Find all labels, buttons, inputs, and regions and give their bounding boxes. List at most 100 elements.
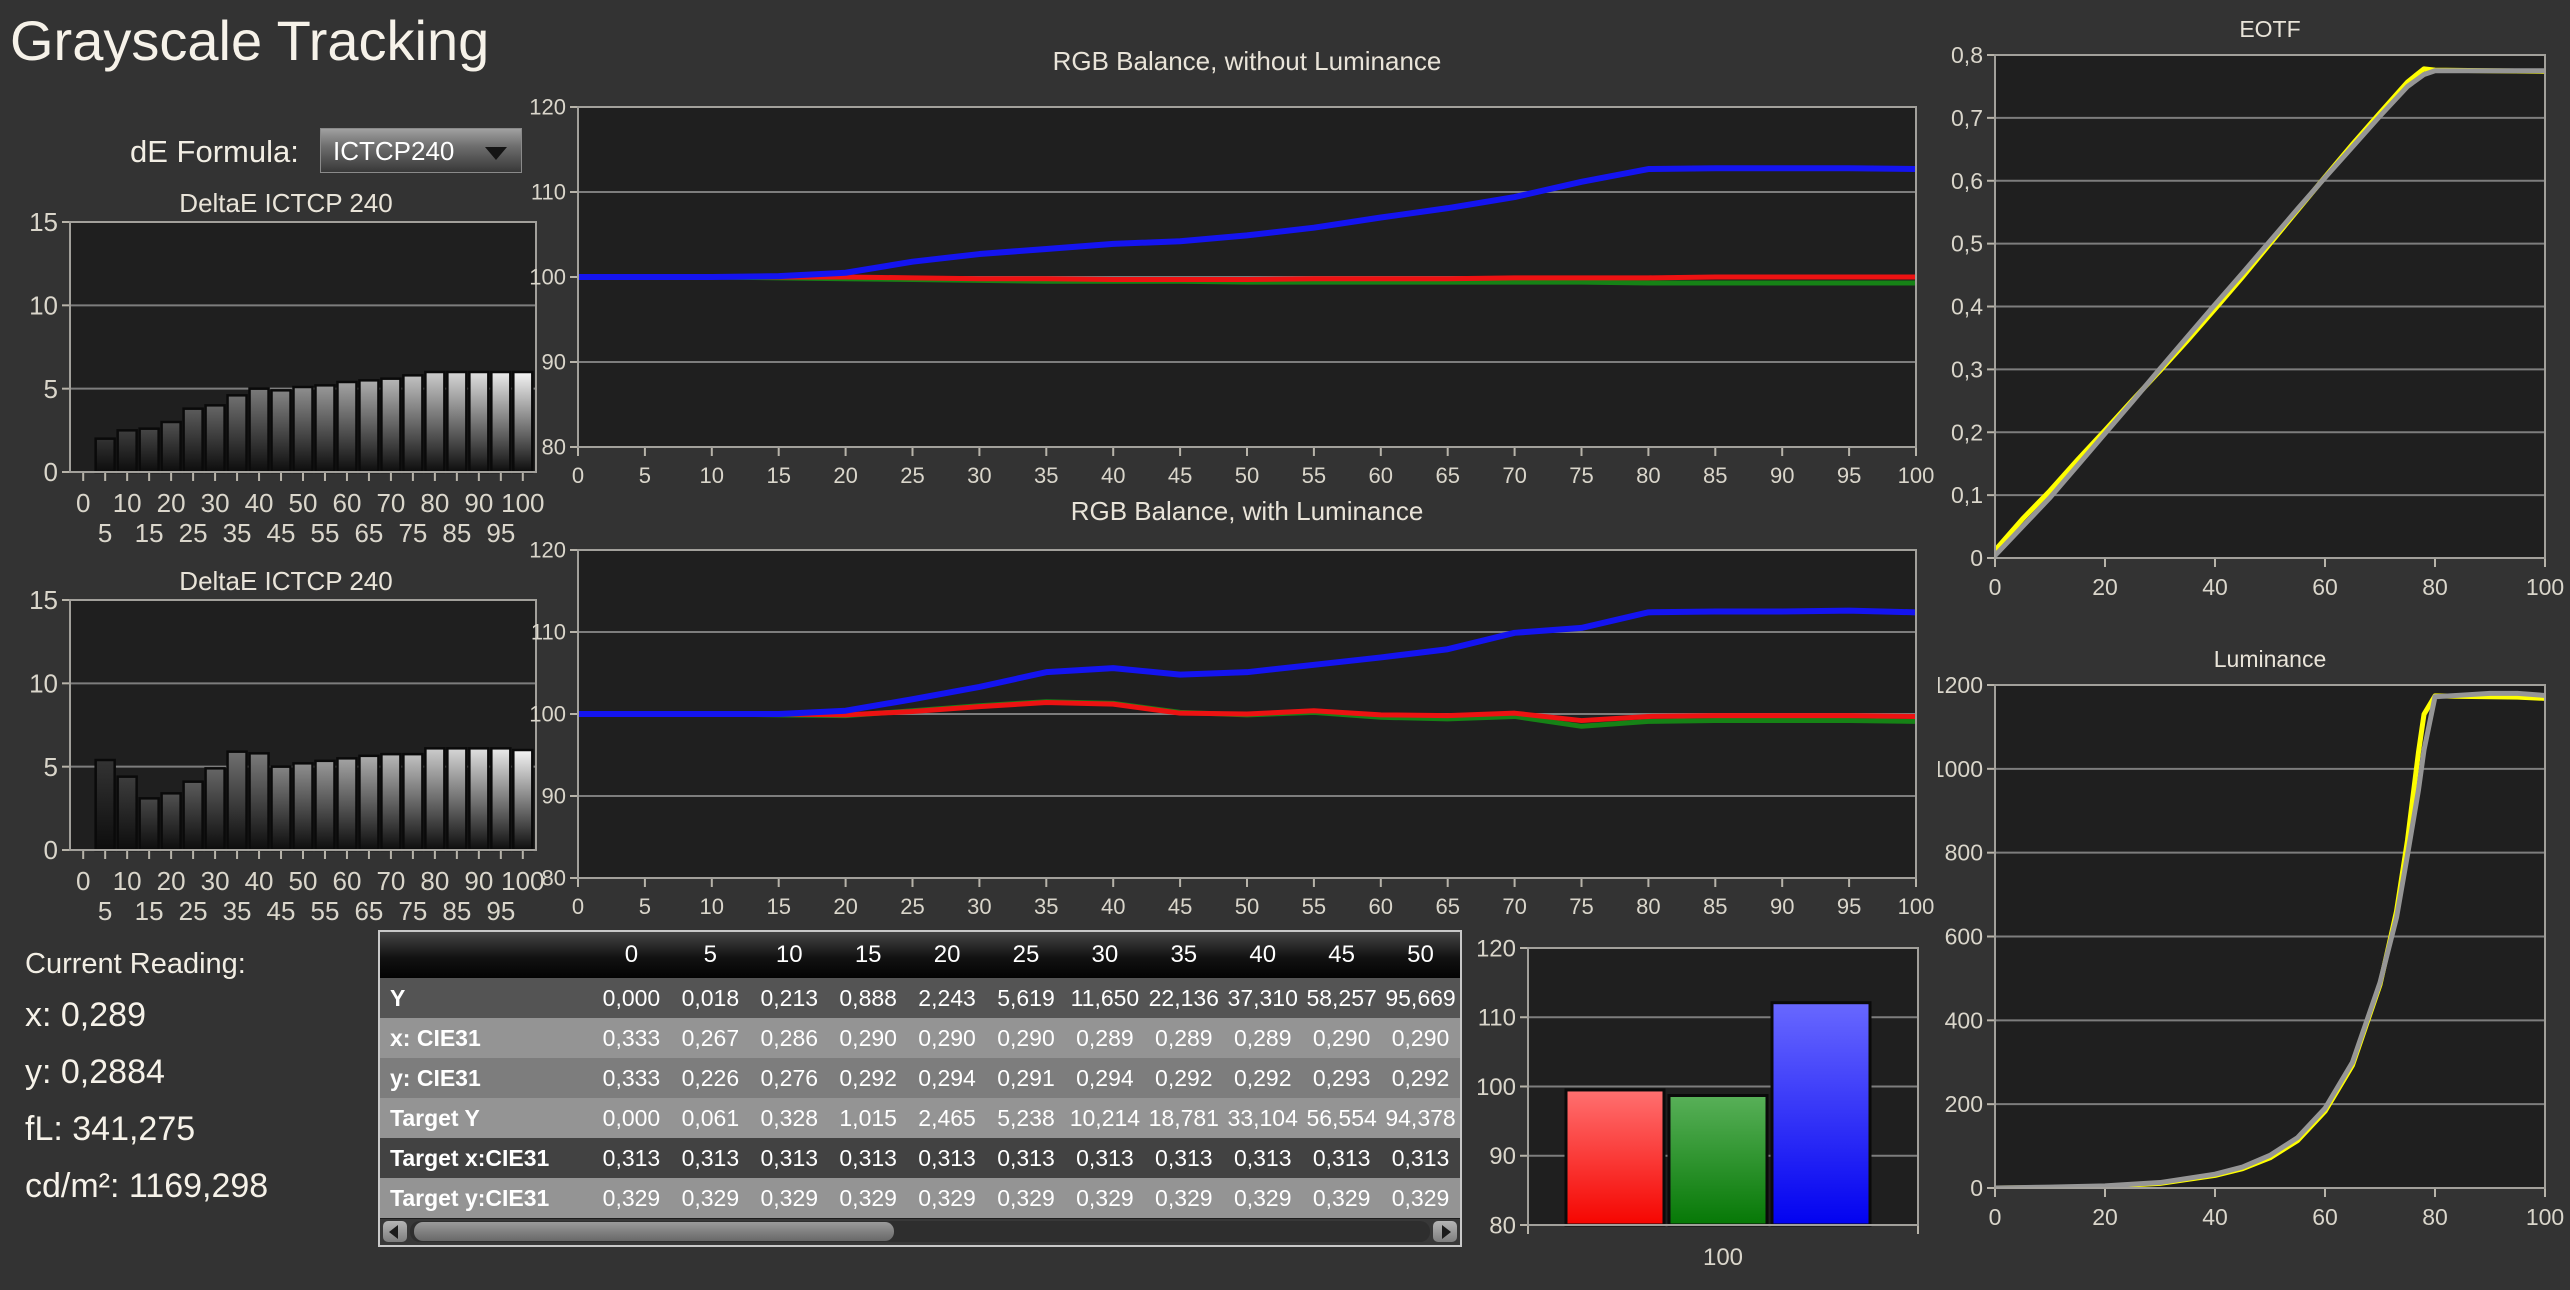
green-level-bar (1669, 1096, 1767, 1225)
rgb-with-luminance-title: RGB Balance, with Luminance (578, 496, 1916, 527)
y-tick-label: 110 (531, 620, 566, 645)
delta-e-bar (337, 758, 356, 850)
y-tick-label: 0 (44, 835, 58, 865)
y-tick-label: 0 (1970, 1175, 1983, 1201)
x-tick-label: 30 (201, 488, 230, 518)
de-formula-label: dE Formula: (130, 134, 299, 170)
current-reading-heading: Current Reading: (25, 948, 246, 981)
y-tick-label: 400 (1945, 1007, 1983, 1033)
scrollbar-thumb[interactable] (414, 1222, 894, 1241)
x-tick-label: 85 (442, 518, 471, 548)
x-tick-label: 15 (766, 463, 790, 488)
x-tick-label: 70 (376, 488, 405, 518)
x-tick-label: 60 (2312, 1204, 2338, 1230)
x-tick-label: 30 (201, 866, 230, 896)
x-tick-label: 55 (1302, 463, 1326, 488)
x-tick-label: 5 (98, 896, 112, 926)
measurement-table-body: 05101520253035404550Y0,0000,0180,2130,88… (380, 932, 1460, 1218)
table-header-cell: 20 (908, 941, 987, 969)
table-cell: 0,313 (987, 1145, 1066, 1172)
x-tick-label: 90 (1770, 463, 1794, 488)
x-tick-label: 80 (2422, 574, 2448, 600)
de-formula-dropdown[interactable]: ICTCP240 (320, 128, 522, 173)
scrollbar-track[interactable] (410, 1221, 1430, 1242)
table-cell: 0,290 (1381, 1025, 1460, 1052)
table-cell: 0,329 (1144, 1185, 1223, 1212)
table-cell: 0,286 (750, 1025, 829, 1052)
x-tick-label: 20 (157, 488, 186, 518)
x-tick-label: 15 (135, 896, 164, 926)
y-tick-label: 0,7 (1951, 105, 1983, 131)
x-tick-label: 50 (1235, 463, 1259, 488)
delta-e-bar (359, 756, 378, 850)
x-tick-label: 10 (113, 488, 142, 518)
table-cell: 0,329 (1381, 1185, 1460, 1212)
table-cell: 94,378 (1381, 1105, 1460, 1132)
x-tick-label: 50 (1235, 894, 1259, 919)
rgb-balance-with-luminance-chart: 8090100110120051015202530354045505560657… (528, 528, 1976, 928)
x-tick-label: 30 (967, 463, 991, 488)
y-tick-label: 80 (1489, 1212, 1516, 1239)
y-tick-label: 15 (29, 590, 58, 615)
x-tick-label: 70 (1502, 894, 1526, 919)
table-cell: 0,290 (987, 1025, 1066, 1052)
delta-e-bar (140, 798, 159, 850)
x-tick-label: 40 (2202, 1204, 2228, 1230)
table-header-cell: 50 (1381, 941, 1460, 969)
x-tick-label: 65 (354, 896, 383, 926)
table-cell: 0,290 (1302, 1025, 1381, 1052)
x-tick-label: 45 (1168, 463, 1192, 488)
table-cell: 0,329 (750, 1185, 829, 1212)
table-cell: 58,257 (1302, 985, 1381, 1012)
table-header-cell: 35 (1144, 941, 1223, 969)
x-tick-label: 100 (1898, 894, 1935, 919)
y-tick-label: 0,5 (1951, 231, 1983, 257)
table-cell: 0,294 (908, 1065, 987, 1092)
x-tick-label: 95 (486, 518, 515, 548)
x-tick-label: 80 (1636, 894, 1660, 919)
x-tick-label: 60 (1369, 894, 1393, 919)
table-scrollbar[interactable] (380, 1218, 1460, 1245)
delta-e-bar (447, 372, 466, 472)
scrollbar-left-arrow[interactable] (383, 1221, 407, 1242)
x-tick-label: 20 (833, 463, 857, 488)
table-header-cell: 15 (829, 941, 908, 969)
y-tick-label: 1200 (1938, 672, 1983, 698)
scrollbar-right-arrow[interactable] (1433, 1221, 1457, 1242)
table-cell: 0,313 (1381, 1145, 1460, 1172)
y-tick-label: 0,2 (1951, 419, 1983, 445)
table-cell: 0,329 (829, 1185, 908, 1212)
table-cell: 0,313 (750, 1145, 829, 1172)
delta-e-bar (96, 439, 115, 472)
x-tick-label: 40 (1101, 894, 1125, 919)
x-tick-label: 30 (967, 894, 991, 919)
table-cell: 0,289 (1223, 1025, 1302, 1052)
table-cell: 0,292 (1144, 1065, 1223, 1092)
x-tick-label: 100 (2526, 574, 2564, 600)
x-tick-label: 70 (376, 866, 405, 896)
delta-e-bar (206, 768, 225, 850)
measurement-table: 05101520253035404550Y0,0000,0180,2130,88… (378, 930, 1462, 1247)
table-header-cell: 0 (592, 941, 671, 969)
x-tick-label: 5 (639, 894, 651, 919)
table-cell: 0,313 (1144, 1145, 1223, 1172)
x-tick-label: 40 (245, 866, 274, 896)
x-tick-label: 5 (98, 518, 112, 548)
table-cell: 0,293 (1302, 1065, 1381, 1092)
delta-e-bar (425, 748, 444, 850)
delta-e-bar (381, 379, 400, 472)
table-cell: 10,214 (1065, 1105, 1144, 1132)
luminance-chart: 020040060080010001200020406080100 (1938, 672, 2570, 1272)
x-tick-label: 0 (76, 866, 90, 896)
y-tick-label: 80 (542, 866, 566, 891)
x-tick-label: 95 (1837, 463, 1861, 488)
page-title: Grayscale Tracking (10, 8, 489, 73)
x-tick-label: 65 (1435, 894, 1459, 919)
x-tick-label: 75 (1569, 894, 1593, 919)
x-tick-label: 20 (157, 866, 186, 896)
delta-e-bar (469, 748, 488, 850)
table-cell: 0,329 (1065, 1185, 1144, 1212)
x-tick-label: 25 (900, 463, 924, 488)
x-tick-label: 10 (700, 894, 724, 919)
x-tick-label: 20 (833, 894, 857, 919)
